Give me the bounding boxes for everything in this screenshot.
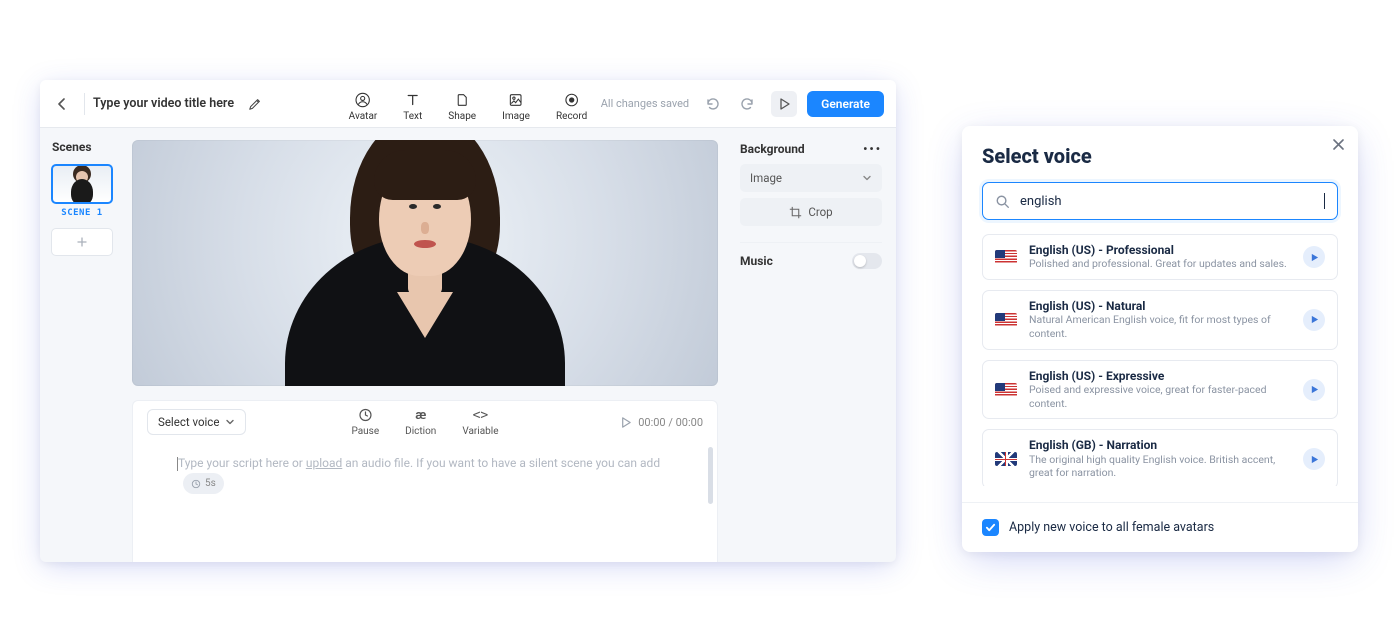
script-panel: Select voice Pause æ Diction xyxy=(132,400,718,562)
add-scene-button[interactable] xyxy=(51,228,113,256)
play-icon xyxy=(1310,253,1319,262)
voice-preview-play[interactable] xyxy=(1303,448,1325,470)
voice-preview-play[interactable] xyxy=(1303,246,1325,268)
playback-time: 00:00 / 00:00 xyxy=(619,416,703,429)
chevron-left-icon xyxy=(56,98,68,110)
image-icon xyxy=(508,92,524,108)
video-editor-window: Type your video title here Avatar Text S… xyxy=(40,80,896,562)
pause-button[interactable]: Pause xyxy=(351,408,379,437)
diction-button[interactable]: æ Diction xyxy=(405,408,436,437)
background-type-select[interactable]: Image xyxy=(740,164,882,192)
play-outline-icon[interactable] xyxy=(619,416,632,429)
canvas[interactable] xyxy=(132,140,718,386)
diction-icon: æ xyxy=(415,408,426,423)
back-button[interactable] xyxy=(52,94,72,114)
save-status: All changes saved xyxy=(601,97,689,110)
voice-search-input[interactable] xyxy=(1020,194,1314,209)
music-heading: Music xyxy=(740,254,773,268)
select-voice-dropdown[interactable]: Select voice xyxy=(147,409,246,435)
background-menu-button[interactable]: ••• xyxy=(863,142,882,156)
flag-us-icon xyxy=(995,250,1017,264)
undo-button[interactable] xyxy=(699,91,725,117)
scene-caption: SCENE 1 xyxy=(48,208,116,218)
record-icon xyxy=(564,92,580,108)
select-voice-label: Select voice xyxy=(158,415,219,429)
select-voice-dialog: Select voice English (US) - Professional… xyxy=(962,126,1358,552)
video-title-input[interactable]: Type your video title here xyxy=(93,96,234,111)
apply-to-all-checkbox[interactable]: Apply new voice to all female avatars xyxy=(982,517,1338,536)
insert-shape-button[interactable]: Shape xyxy=(448,86,476,122)
play-icon xyxy=(1310,385,1319,394)
topbar-right: All changes saved Generate xyxy=(601,91,884,117)
background-heading: Background xyxy=(740,142,805,156)
insert-toolbar: Avatar Text Shape Image Record xyxy=(349,86,588,122)
scenes-panel: Scenes SCENE 1 xyxy=(40,128,124,562)
topbar: Type your video title here Avatar Text S… xyxy=(40,80,896,128)
voice-option[interactable]: English (GB) - Narration The original hi… xyxy=(982,429,1338,486)
clock-icon xyxy=(358,408,372,423)
voice-option[interactable]: English (US) - Expressive Poised and exp… xyxy=(982,360,1338,420)
chevron-down-icon xyxy=(225,417,235,427)
script-toolbar: Pause æ Diction <> Variable xyxy=(351,408,498,437)
preview-button[interactable] xyxy=(771,91,797,117)
flag-gb-icon xyxy=(995,452,1017,466)
scene-thumbnail[interactable] xyxy=(51,164,113,204)
play-icon xyxy=(1310,315,1319,324)
search-icon xyxy=(995,194,1010,209)
avatar-icon xyxy=(355,92,371,108)
insert-text-button[interactable]: Text xyxy=(403,86,422,122)
flag-us-icon xyxy=(995,313,1017,327)
insert-avatar-button[interactable]: Avatar xyxy=(349,86,378,122)
shape-icon xyxy=(454,92,470,108)
voice-option[interactable]: English (US) - Professional Polished and… xyxy=(982,234,1338,280)
center-column: Select voice Pause æ Diction xyxy=(124,128,726,562)
undo-icon xyxy=(704,96,720,112)
crop-icon xyxy=(789,206,802,219)
upload-link[interactable]: upload xyxy=(306,456,342,470)
text-cursor xyxy=(1324,193,1325,209)
variable-icon: <> xyxy=(473,408,489,423)
crop-button[interactable]: Crop xyxy=(740,198,882,226)
tool-label: Text xyxy=(403,111,422,122)
divider xyxy=(84,93,85,115)
tool-label: Avatar xyxy=(349,111,378,122)
variable-button[interactable]: <> Variable xyxy=(462,408,498,437)
checkbox-checked-icon xyxy=(982,519,999,536)
clock-icon xyxy=(191,479,201,489)
scenes-heading: Scenes xyxy=(52,140,116,154)
tool-label: Image xyxy=(502,111,530,122)
text-icon xyxy=(405,92,421,108)
redo-button[interactable] xyxy=(735,91,761,117)
plus-icon xyxy=(77,237,87,247)
avatar-preview xyxy=(275,140,575,386)
script-textarea[interactable]: Type your script here or upload an audio… xyxy=(133,443,717,508)
close-button[interactable] xyxy=(1328,134,1348,154)
dialog-title: Select voice xyxy=(982,144,1338,168)
flag-us-icon xyxy=(995,383,1017,397)
silence-chip[interactable]: 5s xyxy=(183,473,224,494)
tool-label: Shape xyxy=(448,111,476,122)
redo-icon xyxy=(740,96,756,112)
play-icon xyxy=(1310,455,1319,464)
voice-preview-play[interactable] xyxy=(1303,309,1325,331)
insert-record-button[interactable]: Record xyxy=(556,86,587,122)
divider xyxy=(962,502,1358,503)
voice-option[interactable]: English (US) - Natural Natural American … xyxy=(982,290,1338,350)
voice-preview-play[interactable] xyxy=(1303,379,1325,401)
play-icon xyxy=(777,97,791,111)
voice-search-field[interactable] xyxy=(982,182,1338,220)
chevron-down-icon xyxy=(862,173,872,183)
generate-button[interactable]: Generate xyxy=(807,91,884,117)
tool-label: Record xyxy=(556,111,587,122)
voice-list: English (US) - Professional Polished and… xyxy=(982,234,1338,486)
pencil-icon[interactable] xyxy=(248,97,262,111)
properties-panel: Background ••• Image Crop Music xyxy=(726,128,896,562)
close-icon xyxy=(1333,139,1344,150)
music-toggle[interactable] xyxy=(852,253,882,269)
scrollbar[interactable] xyxy=(708,447,713,504)
insert-image-button[interactable]: Image xyxy=(502,86,530,122)
